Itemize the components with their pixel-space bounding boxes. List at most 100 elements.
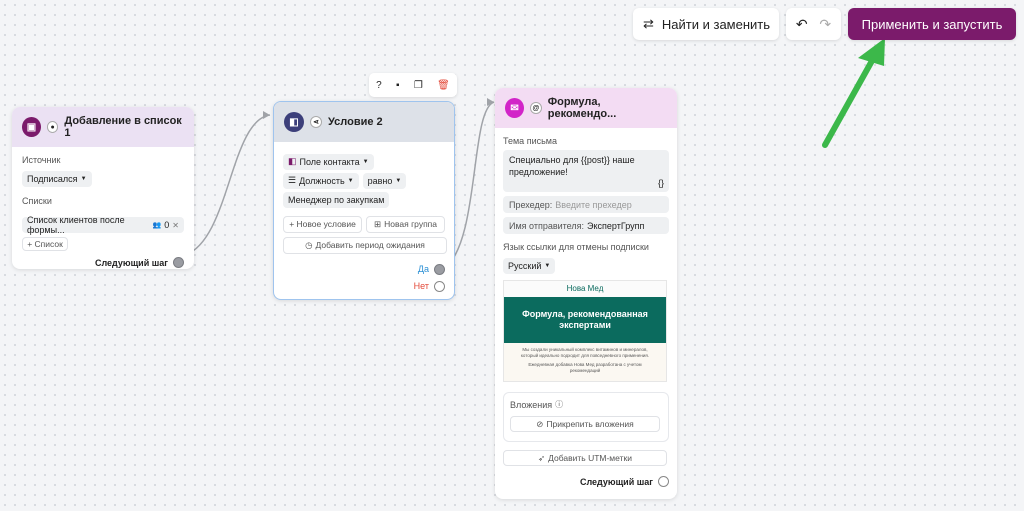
value-text: Менеджер по закупкам bbox=[288, 194, 385, 205]
card-title: Формула, рекомендо... bbox=[547, 96, 617, 120]
preview-text1: Мы создали уникальный комплекс витаминов… bbox=[520, 347, 650, 358]
contact-field-label: Поле контакта bbox=[299, 156, 360, 167]
attach-label: Прикрепить вложения bbox=[546, 419, 634, 429]
preheader-placeholder: Введите прехедер bbox=[555, 199, 632, 210]
position-field-select[interactable]: ☰ Должность ▼ bbox=[283, 172, 359, 189]
preview-brand: Нова Мед bbox=[504, 281, 666, 297]
add-list-label: + Список bbox=[27, 239, 63, 249]
email-card[interactable]: ✉ @ Формула, рекомендо... Тема письма Сп… bbox=[495, 88, 677, 499]
chevron-down-icon: ▼ bbox=[395, 177, 402, 184]
source-select[interactable]: Подписался ▼ bbox=[22, 171, 92, 187]
no-row: Нет bbox=[283, 280, 445, 292]
next-step-row: Следующий шаг bbox=[503, 476, 669, 487]
lists-label: Списки bbox=[22, 196, 52, 206]
preview-headline: Формула, рекомендованная экспертами bbox=[522, 309, 648, 330]
value-input[interactable]: Менеджер по закупкам bbox=[283, 191, 390, 208]
subject-value: Специально для {{post}} наше предложение… bbox=[509, 155, 635, 178]
preview-banner: Формула, рекомендованная экспертами bbox=[504, 297, 666, 343]
chevron-down-icon: ▼ bbox=[544, 263, 551, 269]
sender-label: Имя отправителя: bbox=[509, 220, 585, 231]
next-step-handle[interactable] bbox=[658, 476, 669, 487]
sender-value: ЭкспертГрупп bbox=[587, 220, 645, 231]
apply-run-button[interactable]: Применить и запустить bbox=[848, 8, 1016, 40]
undo-icon[interactable]: ↶ bbox=[796, 16, 808, 33]
email-preview[interactable]: Нова Мед Формула, рекомендованная экспер… bbox=[503, 280, 667, 382]
next-step-label: Следующий шаг bbox=[579, 476, 653, 487]
add-list-button[interactable]: + Список bbox=[22, 237, 68, 251]
redo-icon[interactable]: ↷ bbox=[819, 16, 831, 33]
apply-run-label: Применить и запустить bbox=[861, 16, 1003, 32]
list-chip[interactable]: Список клиентов после формы... 👥 0 ✕ bbox=[22, 215, 184, 235]
add-to-list-card[interactable]: ▣ ● Добавление в список 1 Источник Подпи… bbox=[12, 107, 194, 269]
info-icon: ⓘ bbox=[555, 400, 564, 409]
node-toolbar: ? ▪ ❐ 🗑 bbox=[369, 73, 457, 97]
attachments-box: Вложения ⓘ ⊘ Прикрепить вложения bbox=[503, 392, 669, 442]
operator-label: равно bbox=[367, 175, 393, 186]
list-add-icon: ▣ bbox=[22, 117, 41, 137]
attachments-label: Вложения bbox=[510, 399, 553, 410]
sender-field[interactable]: Имя отправителя: ЭкспертГрупп bbox=[503, 217, 669, 234]
new-group-button[interactable]: ⊞ Новая группа bbox=[366, 215, 445, 233]
new-condition-button[interactable]: + Новое условие bbox=[283, 215, 362, 233]
find-replace-label: Найти и заменить bbox=[661, 16, 771, 32]
chevron-down-icon: ▼ bbox=[347, 177, 354, 184]
help-icon[interactable]: ? bbox=[376, 80, 382, 91]
braces-icon[interactable]: {} bbox=[658, 177, 664, 189]
people-icon: 👥 bbox=[152, 222, 162, 229]
card-title: Добавление в список 1 bbox=[64, 115, 182, 139]
copy-icon[interactable]: ❐ bbox=[414, 80, 423, 91]
condition-icon: ◧ bbox=[284, 112, 304, 132]
list-count: 0 bbox=[164, 220, 170, 230]
undo-redo-group: ↶ ↷ bbox=[786, 8, 841, 40]
contact-field-select[interactable]: ◧ Поле контакта ▼ bbox=[283, 153, 374, 170]
save-icon[interactable]: ▪ bbox=[396, 80, 400, 91]
position-field-label: Должность bbox=[299, 175, 345, 186]
branch-icon: ⋖ bbox=[310, 116, 322, 128]
add-wait-button[interactable]: ◷ Добавить период ожидания bbox=[283, 236, 447, 254]
no-handle[interactable] bbox=[434, 280, 445, 292]
next-step-row: Следующий шаг bbox=[22, 257, 184, 268]
group-icon: ⊞ bbox=[373, 218, 382, 229]
subject-label: Тема письма bbox=[503, 136, 557, 146]
lang-select[interactable]: Русский ▼ bbox=[503, 258, 556, 274]
yes-handle[interactable] bbox=[434, 263, 445, 275]
card-header: ◧ ⋖ Условие 2 bbox=[274, 102, 454, 142]
list-icon: ☰ bbox=[288, 175, 297, 185]
close-icon[interactable]: ✕ bbox=[172, 221, 179, 230]
no-label: Нет bbox=[413, 281, 429, 291]
contact-icon: ◧ bbox=[288, 156, 297, 166]
next-step-label: Следующий шаг bbox=[94, 257, 168, 268]
preheader-field[interactable]: Прехедер: Введите прехедер bbox=[503, 196, 669, 213]
subject-field[interactable]: Специально для {{post}} наше предложение… bbox=[503, 150, 669, 192]
unsub-lang-label: Язык ссылки для отмены подписки bbox=[503, 242, 649, 252]
mail-icon: ✉ bbox=[505, 98, 525, 118]
new-group-label: Новая группа bbox=[384, 219, 438, 229]
clock-icon: ◷ bbox=[305, 239, 313, 250]
rocket-icon: ➶ bbox=[538, 452, 546, 463]
paperclip-icon: ⊘ bbox=[536, 418, 544, 429]
lang-value: Русский bbox=[508, 261, 542, 271]
attach-button[interactable]: ⊘ Прикрепить вложения bbox=[510, 416, 660, 432]
utm-label: Добавить UTM-метки bbox=[548, 453, 632, 463]
utm-button[interactable]: ➶ Добавить UTM-метки bbox=[503, 450, 667, 466]
at-icon: @ bbox=[530, 102, 542, 114]
user-icon: ● bbox=[46, 121, 59, 133]
next-step-handle[interactable] bbox=[173, 257, 184, 268]
preview-text2: Ежедневная добавка Нова Мед разработана … bbox=[528, 361, 642, 373]
find-replace-button[interactable]: ⇄ Найти и заменить bbox=[633, 8, 779, 40]
trash-icon[interactable]: 🗑 bbox=[437, 80, 450, 91]
chevron-down-icon: ▼ bbox=[80, 176, 87, 182]
source-label: Источник bbox=[22, 155, 61, 165]
list-value: Список клиентов после формы... bbox=[27, 215, 125, 235]
chevron-down-icon: ▼ bbox=[362, 158, 369, 165]
swap-icon: ⇄ bbox=[643, 16, 654, 31]
card-title: Условие 2 bbox=[328, 116, 383, 128]
preheader-label: Прехедер: bbox=[509, 199, 553, 210]
source-value: Подписался bbox=[27, 174, 78, 184]
card-header: ▣ ● Добавление в список 1 bbox=[12, 107, 194, 147]
yes-row: Да bbox=[283, 263, 445, 275]
condition-card[interactable]: ◧ ⋖ Условие 2 ◧ Поле контакта ▼ ☰ Должно… bbox=[273, 101, 455, 300]
new-condition-label: + Новое условие bbox=[289, 219, 356, 229]
card-header: ✉ @ Формула, рекомендо... bbox=[495, 88, 677, 128]
operator-select[interactable]: равно ▼ bbox=[362, 172, 407, 189]
